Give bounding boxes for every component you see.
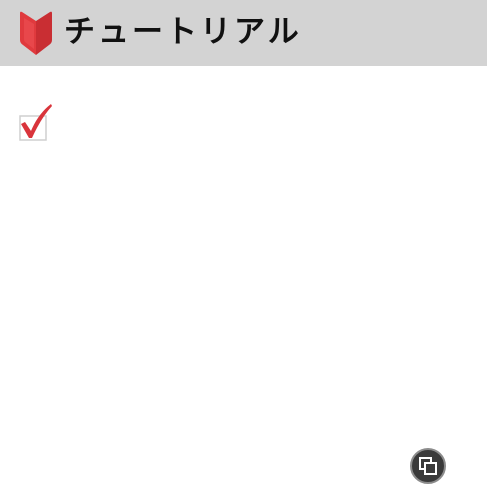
header-bar: チュートリアル [0, 0, 487, 66]
page-title: チュートリアル [64, 14, 302, 50]
tutorial-screen: チュートリアル [0, 0, 487, 486]
overlay-window-icon [419, 457, 437, 475]
checkmark-icon [19, 104, 52, 141]
beginner-mark-icon [20, 11, 52, 56]
task-checkbox[interactable] [18, 102, 54, 142]
overlay-window-button[interactable] [410, 448, 446, 484]
